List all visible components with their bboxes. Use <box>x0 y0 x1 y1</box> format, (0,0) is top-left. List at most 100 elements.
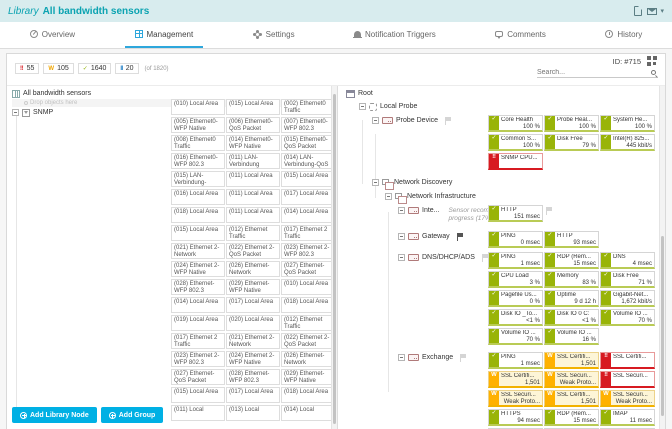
sensor-box[interactable]: ✓ PING 1 msec <box>488 252 543 269</box>
library-sensor-cell[interactable]: (014) Local <box>281 405 335 421</box>
sensor-box[interactable]: ✓ Volume IO ... 16 % <box>544 328 599 345</box>
collapse-icon[interactable] <box>385 193 392 200</box>
sensor-box[interactable]: ✓ HTTPS 94 msec <box>488 409 543 426</box>
library-sensor-cell[interactable]: (026) Ethernet-Network <box>226 261 280 277</box>
collapse-icon[interactable] <box>398 233 405 240</box>
library-sensor-cell[interactable]: (028) Ethernet-WFP 802.3 <box>226 369 280 385</box>
sensor-box[interactable]: ✓ Disk Free 71 % <box>600 271 655 288</box>
sensor-box[interactable]: ✓ Intel(R) 825... 445 kbit/s <box>600 134 655 151</box>
library-sensor-cell[interactable]: (015) Ethernet0-QoS Packet <box>281 135 335 151</box>
sensor-box[interactable]: W SSL Certifi... 1,501 <box>544 352 599 369</box>
collapse-icon[interactable] <box>372 117 379 124</box>
sensor-box[interactable]: ✓ CPU Load 3 % <box>488 271 543 288</box>
tree-node-label[interactable]: Local Probe <box>380 103 417 110</box>
collapse-icon[interactable] <box>12 109 19 116</box>
sensor-box[interactable]: W SSL Securi... Weak Proto... <box>544 371 599 388</box>
sensor-box[interactable]: ✓ DNS 4 msec <box>600 252 655 269</box>
tree-node-label[interactable]: Network Infrastructure <box>407 193 476 200</box>
library-sensor-cell[interactable]: (016) Ethernet0-WFP 802.3 <box>171 153 225 169</box>
library-sensor-cell[interactable]: (017) Local Area <box>281 189 335 205</box>
sensor-box[interactable]: ✓ RDP (Rem... 15 msec <box>544 409 599 426</box>
sensor-box[interactable]: ✓ HTTP 93 msec <box>544 231 599 248</box>
library-sensor-cell[interactable]: (017) Ethernet 2 Traffic <box>171 333 225 349</box>
status-count-paused[interactable]: II 20 <box>115 63 139 74</box>
sensor-box[interactable]: W SSL Certifi... 1,501 <box>544 390 599 407</box>
sensor-box[interactable]: ✓ Volume IO ... 70 % <box>488 328 543 345</box>
library-sensor-cell[interactable]: (008) Ethernet0 Traffic <box>171 135 225 151</box>
library-sensor-cell[interactable]: (014) Local Area <box>171 297 225 313</box>
library-sensor-cell[interactable]: (002) Ethernet0 Traffic <box>281 99 335 115</box>
library-sensor-cell[interactable]: (017) Local Area <box>226 387 280 403</box>
library-sensor-cell[interactable]: (023) Ethernet 2-WFP 802.3 <box>171 351 225 367</box>
sensor-box[interactable]: ✓ Common S... 100 % <box>488 134 543 151</box>
library-sensor-cell[interactable]: (014) Ethernet0-WFP Native <box>226 135 280 151</box>
tree-node-label[interactable]: Inte... <box>422 207 440 214</box>
tab-overview[interactable]: Overview <box>20 22 85 48</box>
flag-icon[interactable] <box>481 254 488 262</box>
sensor-box[interactable]: W SSL Certifi... 1,501 <box>488 371 543 388</box>
library-sensor-cell[interactable]: (013) Local <box>226 405 280 421</box>
sensor-box[interactable]: ‼ SSL Securi... <box>600 371 655 388</box>
library-sensor-cell[interactable]: (027) Ethernet-QoS Packet <box>281 261 335 277</box>
new-window-icon[interactable] <box>634 6 643 16</box>
collapse-icon[interactable] <box>398 254 405 261</box>
library-sensor-cell[interactable]: (015) Local Area <box>171 387 225 403</box>
sensor-box[interactable]: ✓ RDP (Rem... 15 msec <box>544 252 599 269</box>
flag-icon[interactable] <box>456 233 463 241</box>
library-sensor-cell[interactable]: (018) Local Area <box>281 297 335 313</box>
library-sensor-cell[interactable]: (011) Local Area <box>226 207 280 223</box>
sensor-box[interactable]: ✓ Disk Free 79 % <box>544 134 599 151</box>
tree-node-label[interactable]: Network Discovery <box>394 179 452 186</box>
library-sensor-cell[interactable]: (027) Ethernet-QoS Packet <box>171 369 225 385</box>
library-sensor-cell[interactable]: (010) Local Area <box>171 99 225 115</box>
left-scrollbar-thumb[interactable] <box>333 94 336 424</box>
search-input[interactable] <box>537 69 651 76</box>
library-sensor-cell[interactable]: (011) Local <box>171 405 225 421</box>
qr-code-icon[interactable] <box>647 56 657 66</box>
sensor-box[interactable]: ✓ IMAP 11 msec <box>600 409 655 426</box>
sensor-box[interactable]: ‼ SSL Certifi... <box>600 352 655 369</box>
flag-icon[interactable] <box>445 117 452 125</box>
sensor-box[interactable]: ‼ SNMP CPU... <box>488 153 543 170</box>
sensor-box[interactable]: ✓ Memory 83 % <box>544 271 599 288</box>
library-sensor-cell[interactable]: (015) LAN-Verbindung- <box>171 171 225 187</box>
add-group-button[interactable]: Add Group <box>100 407 164 423</box>
library-sensor-cell[interactable]: (011) Local Area <box>226 171 280 187</box>
sensor-box[interactable]: ✓ PING 0 msec <box>488 231 543 248</box>
library-sensor-cell[interactable]: (012) Ethernet Traffic <box>281 315 335 331</box>
library-sensor-cell[interactable]: (029) Ethernet-WFP Native <box>226 279 280 295</box>
library-sensor-cell[interactable]: (024) Ethernet 2-WFP Native <box>226 351 280 367</box>
status-count-warning[interactable]: W 105 <box>43 63 74 74</box>
library-root-node[interactable]: All bandwidth sensors <box>12 89 337 98</box>
library-sensor-cell[interactable]: (024) Ethernet 2-WFP Native <box>171 261 225 277</box>
library-sensor-cell[interactable]: (022) Ethernet 2-QoS Packet <box>281 333 335 349</box>
tree-node-label[interactable]: Probe Device <box>396 117 438 124</box>
sensor-box[interactable]: ✓ Uptime 9 d 12 h <box>544 290 599 307</box>
library-sensor-cell[interactable]: (020) Local Area <box>226 315 280 331</box>
library-sensor-cell[interactable]: (014) LAN-Verbindung-QoS <box>281 153 335 169</box>
library-sensor-cell[interactable]: (022) Ethernet 2-QoS Packet <box>226 243 280 259</box>
tab-management[interactable]: Management <box>124 22 204 48</box>
tab-settings[interactable]: Settings <box>243 22 305 48</box>
library-sensor-cell[interactable]: (011) Local Area <box>226 189 280 205</box>
add-library-node-button[interactable]: Add Library Node <box>12 407 97 423</box>
sensor-box[interactable]: ✓ HTTP 151 msec <box>488 205 543 222</box>
tree-node-label[interactable]: Gateway <box>422 233 450 240</box>
library-sensor-cell[interactable]: (017) Ethernet 2 Traffic <box>281 225 335 241</box>
status-count-error[interactable]: ‼ 55 <box>15 63 40 74</box>
library-sensor-cell[interactable]: (028) Ethernet-WFP 802.3 <box>171 279 225 295</box>
sensor-box[interactable]: ✓ PING 1 msec <box>488 352 543 369</box>
library-sensor-cell[interactable]: (016) Local Area <box>171 189 225 205</box>
right-scrollbar-thumb[interactable] <box>661 236 664 416</box>
library-sensor-cell[interactable]: (023) Ethernet 2-WFP 802.3 <box>281 243 335 259</box>
library-sensor-cell[interactable]: (006) Ethernet0-QoS Packet <box>226 117 280 133</box>
flag-icon[interactable] <box>460 354 467 362</box>
sensor-box[interactable]: W SSL Securi... Weak Proto... <box>488 390 543 407</box>
sensor-box[interactable]: ✓ Disk IO 0 C: <1 % <box>544 309 599 326</box>
left-scrollbar[interactable] <box>331 86 337 429</box>
collapse-icon[interactable] <box>372 179 379 186</box>
library-sensor-cell[interactable]: (012) Ethernet Traffic <box>226 225 280 241</box>
tab-comments[interactable]: Comments <box>485 22 556 48</box>
library-sensor-cell[interactable]: (029) Ethernet-WFP Native <box>281 369 335 385</box>
caret-down-icon[interactable]: ▾ <box>660 7 664 15</box>
